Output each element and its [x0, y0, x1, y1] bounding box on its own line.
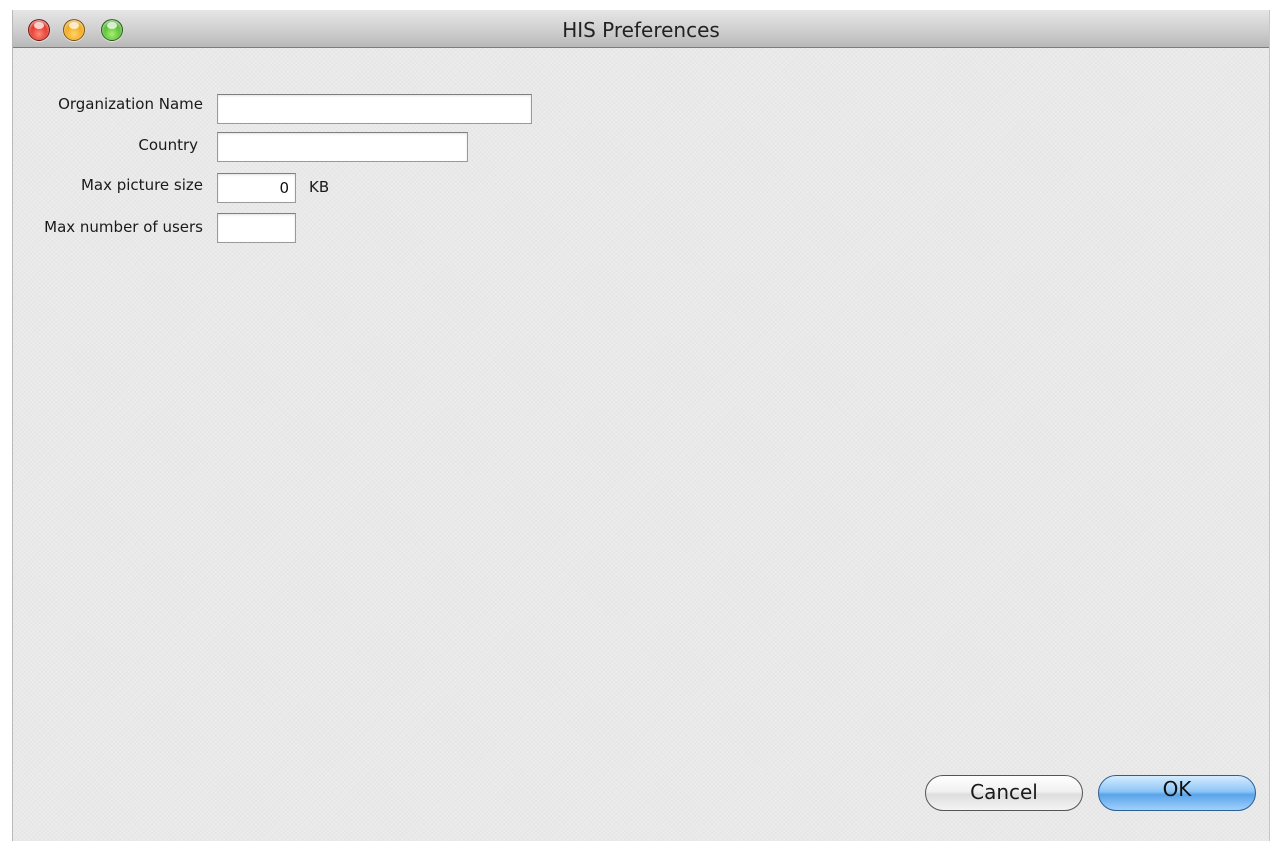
cancel-button[interactable]: Cancel — [925, 775, 1083, 811]
max-users-label: Max number of users — [44, 218, 203, 236]
picture-size-unit: KB — [309, 178, 330, 196]
organization-name-label: Organization Name — [58, 95, 203, 113]
max-picture-size-field[interactable] — [217, 173, 296, 203]
preferences-window: HIS Preferences Organization Name Countr… — [12, 10, 1270, 841]
max-users-field[interactable] — [217, 213, 296, 243]
window-title: HIS Preferences — [562, 18, 720, 42]
ok-button[interactable]: OK — [1098, 775, 1256, 811]
country-field[interactable] — [217, 132, 468, 162]
country-label: Country — [138, 136, 198, 154]
max-picture-size-label: Max picture size — [80, 176, 203, 194]
organization-name-field[interactable] — [217, 94, 532, 124]
title-bar[interactable]: HIS Preferences — [13, 10, 1269, 48]
